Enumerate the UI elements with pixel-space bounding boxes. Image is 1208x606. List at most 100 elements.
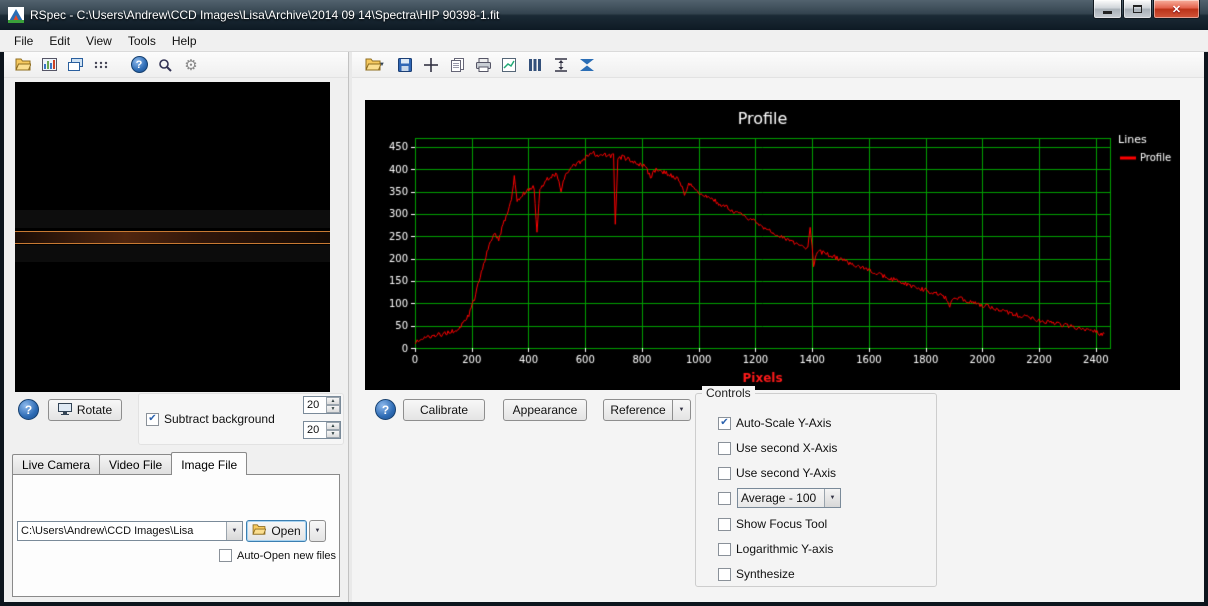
file-path-value: C:\Users\Andrew\CCD Images\Lisa [18, 525, 226, 537]
calibrate-button[interactable]: Calibrate [403, 399, 485, 421]
close-button[interactable]: ✕ [1153, 0, 1200, 19]
chevron-down-icon: ▼ [679, 407, 685, 413]
tab-live-camera[interactable]: Live Camera [12, 454, 100, 475]
menu-tools[interactable]: Tools [120, 31, 164, 51]
menu-edit[interactable]: Edit [41, 31, 78, 51]
image-panel: ? ⚙ ? Rotate [4, 52, 349, 602]
background-top-value: 20 [304, 397, 326, 413]
checkbox-box: ✔ [219, 549, 232, 562]
auto-open-checkbox[interactable]: ✔ Auto-Open new files [219, 549, 336, 562]
columns-icon[interactable] [524, 54, 546, 76]
checkbox-box: ✔ [718, 467, 731, 480]
caption-buttons: ✕ [1093, 0, 1200, 19]
open-folder-icon[interactable]: ▼ [360, 54, 390, 76]
spin-down-icon[interactable]: ▼ [326, 405, 340, 413]
spectrum-strip [15, 232, 330, 243]
profile-chart[interactable] [365, 100, 1180, 390]
checkbox-label: Use second Y-Axis [736, 466, 836, 480]
menu-view[interactable]: View [78, 31, 120, 51]
rotate-button[interactable]: Rotate [48, 399, 122, 421]
appearance-button[interactable]: Appearance [503, 399, 587, 421]
checkbox-box: ✔ [718, 492, 731, 505]
content-area: ? ⚙ ? Rotate [4, 52, 1204, 602]
selection-line-bottom [15, 243, 330, 244]
maximize-button[interactable] [1123, 0, 1152, 19]
help-icon[interactable]: ? [128, 54, 150, 76]
menu-file[interactable]: File [6, 31, 41, 51]
profile-chart-canvas[interactable] [365, 100, 1180, 390]
ccd-image-preview[interactable] [15, 82, 330, 392]
open-button[interactable]: Open [246, 520, 307, 542]
spin-down-icon[interactable]: ▼ [326, 430, 340, 438]
checkbox-box: ✔ [718, 442, 731, 455]
copy-icon[interactable] [446, 54, 468, 76]
chevron-down-icon[interactable]: ▼ [824, 489, 840, 507]
menu-help[interactable]: Help [164, 31, 205, 51]
help-glyph: ? [131, 56, 148, 73]
open-options-dropdown[interactable]: ▼ [309, 520, 326, 542]
titlebar: RSpec - C:\Users\Andrew\CCD Images\Lisa\… [0, 0, 1208, 30]
background-bottom-value: 20 [304, 422, 326, 438]
cascade-windows-icon[interactable] [64, 54, 86, 76]
rspec-window: RSpec - C:\Users\Andrew\CCD Images\Lisa\… [0, 0, 1208, 606]
reference-dropdown[interactable]: ▼ [673, 399, 691, 421]
zoom-icon[interactable] [154, 54, 176, 76]
background-bottom-spinner[interactable]: 20 ▲ ▼ [303, 421, 341, 439]
checkbox-label: Logarithmic Y-axis [736, 542, 833, 556]
rotate-label: Rotate [77, 403, 112, 417]
tab-image-file[interactable]: Image File [171, 452, 247, 475]
file-path-combobox[interactable]: C:\Users\Andrew\CCD Images\Lisa ▼ [17, 521, 243, 541]
spin-up-icon[interactable]: ▲ [326, 422, 340, 430]
print-icon[interactable] [472, 54, 494, 76]
check-icon: ✔ [148, 414, 156, 424]
show-focus-tool-checkbox[interactable]: ✔ Show Focus Tool [718, 517, 827, 531]
grid-dots-icon[interactable] [90, 54, 112, 76]
open-folder-icon [252, 524, 266, 538]
subtract-background-checkbox[interactable]: ✔ Subtract background [146, 412, 275, 426]
checkbox-label: Auto-Scale Y-Axis [736, 416, 831, 430]
help-button[interactable]: ? [18, 399, 39, 420]
crosshair-icon[interactable] [420, 54, 442, 76]
settings-gear-icon[interactable]: ⚙ [180, 54, 202, 76]
save-icon[interactable] [394, 54, 416, 76]
check-icon: ✔ [720, 418, 728, 428]
image-icon[interactable] [38, 54, 60, 76]
minimize-button[interactable] [1093, 0, 1122, 19]
use-second-y-axis-checkbox[interactable]: ✔ Use second Y-Axis [718, 466, 836, 480]
source-tabs: Live Camera Video File Image File [12, 453, 246, 475]
checkbox-label: Show Focus Tool [736, 517, 827, 531]
help-button[interactable]: ? [375, 399, 396, 420]
controls-groupbox: Controls ✔ Auto-Scale Y-Axis ✔ Use secon… [695, 393, 937, 587]
open-button-label: Open [271, 524, 300, 538]
reference-button[interactable]: Reference [603, 399, 673, 421]
rotate-icon [58, 403, 72, 418]
average-combobox[interactable]: Average - 100 ▼ [737, 488, 841, 508]
average-combobox-value: Average - 100 [738, 491, 824, 505]
merge-icon[interactable] [576, 54, 598, 76]
left-toolbar: ? ⚙ [4, 52, 348, 78]
spin-up-icon[interactable]: ▲ [326, 397, 340, 405]
average-checkbox[interactable]: ✔ [718, 492, 731, 505]
checkbox-box: ✔ [718, 543, 731, 556]
fit-height-icon[interactable] [550, 54, 572, 76]
checkbox-label: Use second X-Axis [736, 441, 837, 455]
chevron-down-icon: ▼ [379, 62, 385, 68]
minimize-icon [1103, 11, 1112, 14]
checkbox-label: Synthesize [736, 567, 795, 581]
checkbox-box: ✔ [146, 413, 159, 426]
window-title: RSpec - C:\Users\Andrew\CCD Images\Lisa\… [30, 8, 499, 22]
app-icon [8, 7, 24, 23]
export-chart-icon[interactable] [498, 54, 520, 76]
controls-group-title: Controls [702, 386, 755, 400]
logarithmic-y-axis-checkbox[interactable]: ✔ Logarithmic Y-axis [718, 542, 833, 556]
help-glyph: ? [25, 403, 32, 417]
use-second-x-axis-checkbox[interactable]: ✔ Use second X-Axis [718, 441, 837, 455]
auto-open-label: Auto-Open new files [237, 550, 336, 562]
background-top-spinner[interactable]: 20 ▲ ▼ [303, 396, 341, 414]
open-folder-icon[interactable] [12, 54, 34, 76]
synthesize-checkbox[interactable]: ✔ Synthesize [718, 567, 795, 581]
chevron-down-icon[interactable]: ▼ [226, 522, 242, 540]
tab-video-file[interactable]: Video File [99, 454, 172, 475]
chevron-down-icon: ▼ [315, 528, 321, 534]
auto-scale-y-axis-checkbox[interactable]: ✔ Auto-Scale Y-Axis [718, 416, 831, 430]
